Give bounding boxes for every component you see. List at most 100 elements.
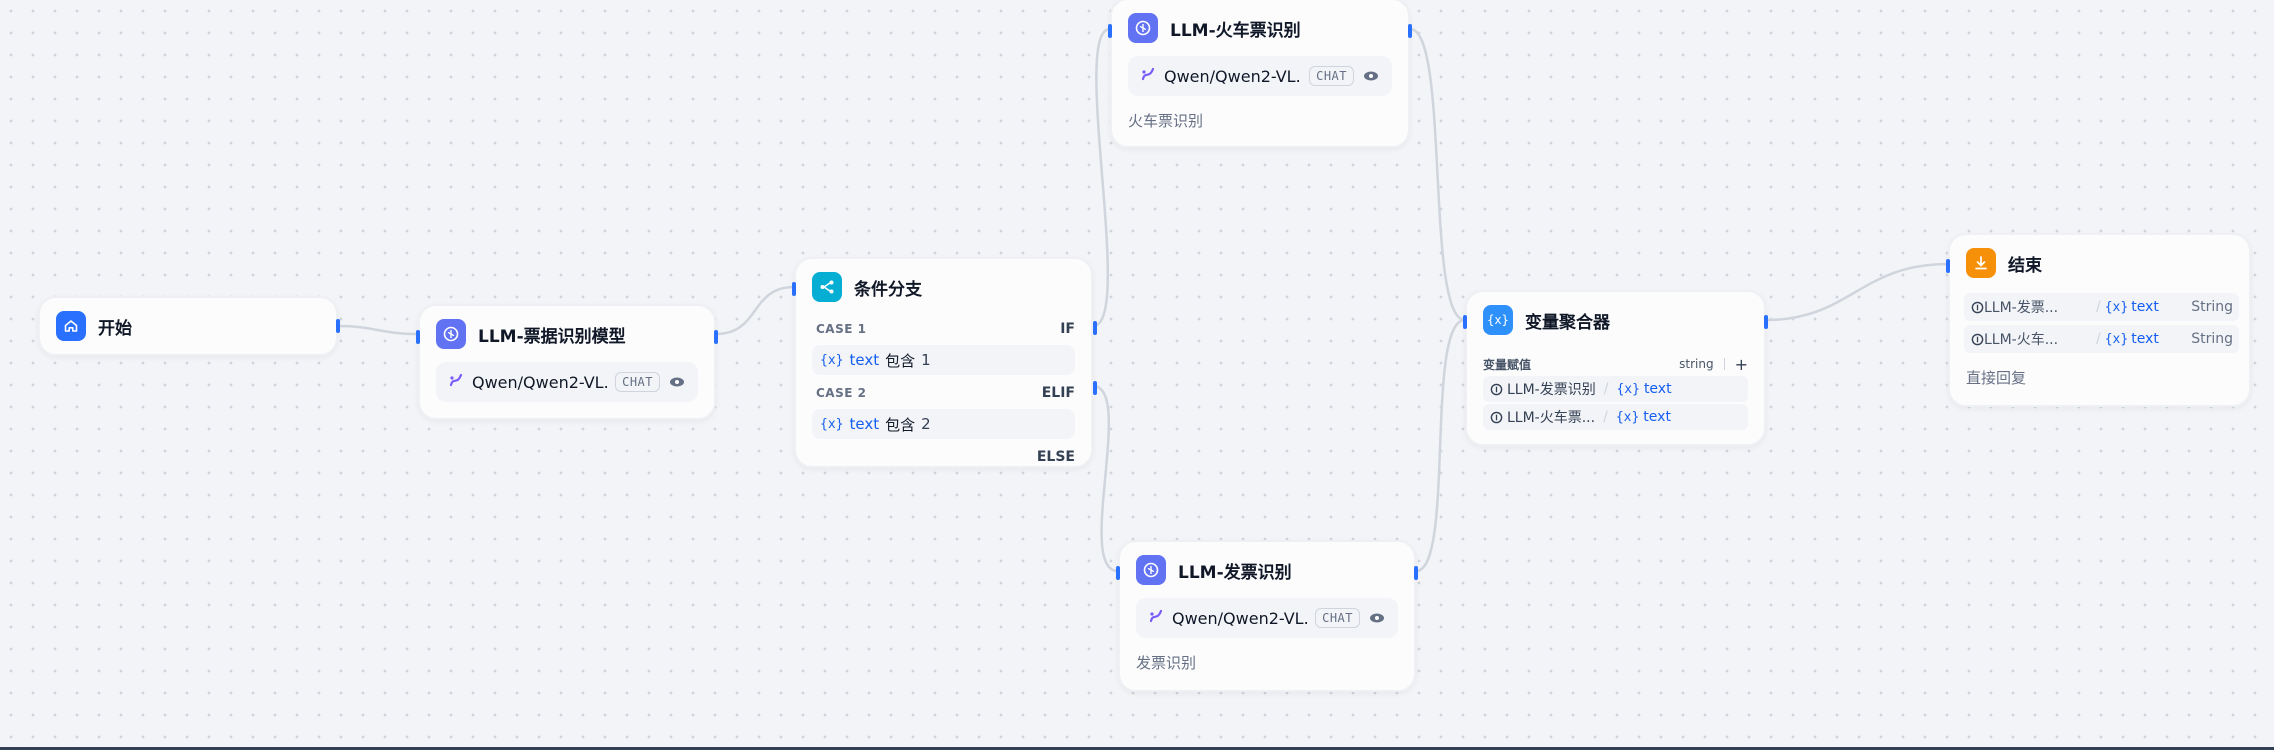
node-if-header: 条件分支	[796, 259, 1091, 315]
node-llm-train-desc: 火车票识别	[1128, 112, 1204, 130]
node-llm-invoice-title: LLM-发票识别	[1178, 562, 1292, 583]
node-llm-invoice-header: LLM-发票识别	[1120, 542, 1414, 598]
model-name: Qwen/Qwen2-VL...	[1172, 608, 1308, 628]
end-output-var: text	[2131, 331, 2159, 347]
node-end-title: 结束	[2008, 255, 2042, 276]
agg-variable-item[interactable]: LLM-发票识别 / {x} text	[1483, 376, 1748, 402]
agg-section-label: 变量赋值	[1483, 357, 1532, 372]
node-start[interactable]: 开始	[38, 296, 340, 356]
end-output-source: LLM-发票...	[1984, 300, 2059, 316]
model-selector[interactable]: Qwen/Qwen2-VL... CHAT	[436, 362, 698, 402]
agg-variable-item[interactable]: LLM-火车票... / {x} text	[1483, 404, 1748, 430]
edge-if-train	[1092, 27, 1111, 328]
llm-bill-source-handle[interactable]	[714, 330, 718, 344]
node-llm-train-title: LLM-火车票识别	[1170, 20, 1301, 41]
end-output-type: String	[2191, 299, 2233, 315]
else-row: ELSE	[796, 443, 1091, 471]
llm-invoice-target-handle[interactable]	[1116, 566, 1120, 580]
if-source-handle[interactable]	[1093, 321, 1097, 335]
llm-train-target-handle[interactable]	[1108, 24, 1112, 38]
node-agg-title: 变量聚合器	[1525, 312, 1610, 333]
node-llm-train-header: LLM-火车票识别	[1112, 0, 1408, 56]
model-selector[interactable]: Qwen/Qwen2-VL... CHAT	[1136, 598, 1398, 638]
node-end[interactable]: 结束 LLM-发票... / {x} text String LLM-火车...…	[1946, 233, 2251, 407]
condition-value: 1	[921, 351, 931, 369]
llm-brain-icon	[436, 319, 466, 349]
condition-operator: 包含	[885, 351, 916, 370]
path-separator: /	[1603, 381, 1609, 397]
chat-mode-badge: CHAT	[1309, 66, 1354, 86]
edge-elif-invoice	[1092, 384, 1119, 573]
variable-icon: {x}	[1615, 409, 1640, 425]
if-target-handle[interactable]	[792, 282, 796, 296]
condition-operator: 包含	[885, 415, 916, 434]
llm-small-icon	[1489, 382, 1503, 396]
end-output-item[interactable]: LLM-发票... / {x} text String	[1964, 293, 2239, 321]
end-output-item[interactable]: LLM-火车... / {x} text String	[1964, 325, 2239, 353]
model-provider-icon	[448, 372, 464, 392]
node-llm-bill[interactable]: LLM-票据识别模型 Qwen/Qwen2-VL... CHAT	[416, 304, 718, 420]
llm-small-icon	[1970, 300, 1984, 314]
path-separator: /	[1603, 409, 1608, 425]
node-end-header: 结束	[1950, 235, 2249, 291]
node-start-title: 开始	[98, 318, 132, 339]
node-agg-header: {x} 变量聚合器	[1467, 292, 1764, 348]
variable-icon: {x}	[2104, 299, 2129, 315]
node-llm-invoice[interactable]: LLM-发票识别 Qwen/Qwen2-VL... CHAT 发票识别	[1116, 540, 1418, 692]
node-if-else[interactable]: 条件分支 CASE 1 IF {x} text 包含 1 CASE 2 ELIF…	[792, 257, 1097, 471]
llm-train-source-handle[interactable]	[1408, 24, 1412, 38]
llm-invoice-source-handle[interactable]	[1414, 566, 1418, 580]
variable-icon: {x}	[1616, 381, 1640, 397]
eye-icon[interactable]	[1368, 609, 1386, 627]
model-selector[interactable]: Qwen/Qwen2-VL... CHAT	[1128, 56, 1392, 96]
if-branch-label: IF	[1060, 321, 1075, 337]
case-2-condition[interactable]: {x} text 包含 2	[812, 409, 1075, 439]
variable-icon: {x}	[820, 416, 844, 432]
node-llm-bill-title: LLM-票据识别模型	[478, 326, 626, 347]
llm-small-icon	[1489, 410, 1503, 424]
aggregator-source-handle[interactable]	[1764, 315, 1768, 329]
edge-llm-if	[715, 285, 795, 336]
edge-agg-end	[1765, 262, 1949, 322]
elif-source-handle[interactable]	[1093, 381, 1097, 395]
home-icon	[56, 311, 86, 341]
agg-divider	[1723, 358, 1725, 370]
case-1-label: CASE 1	[816, 322, 867, 336]
start-source-handle[interactable]	[336, 319, 340, 333]
node-start-header: 开始	[40, 298, 336, 354]
end-output-source: LLM-火车...	[1984, 332, 2059, 348]
eye-icon[interactable]	[1362, 67, 1380, 85]
end-target-handle[interactable]	[1946, 259, 1950, 273]
llm-bill-target-handle[interactable]	[416, 330, 420, 344]
chat-mode-badge: CHAT	[615, 372, 660, 392]
end-output-var: text	[2131, 299, 2159, 315]
workflow-canvas[interactable]: 开始 LLM-票据识别模型 Qwen/Qwen2-VL... CHAT 条件分支…	[0, 0, 2274, 750]
agg-item-var: text	[1643, 409, 1671, 425]
eye-icon[interactable]	[668, 373, 686, 391]
agg-section-header: 变量赋值 string +	[1467, 348, 1764, 374]
node-aggregator[interactable]: {x} 变量聚合器 变量赋值 string + LLM-发票识别 / {x} t…	[1463, 290, 1768, 446]
node-llm-invoice-desc: 发票识别	[1136, 654, 1197, 672]
condition-variable: text	[849, 351, 880, 369]
model-provider-icon	[1140, 66, 1156, 86]
model-provider-icon	[1148, 608, 1164, 628]
chat-mode-badge: CHAT	[1315, 608, 1360, 628]
node-llm-train[interactable]: LLM-火车票识别 Qwen/Qwen2-VL... CHAT 火车票识别	[1108, 0, 1412, 148]
agg-item-source: LLM-发票识别	[1507, 382, 1596, 398]
branch-icon	[812, 272, 842, 302]
case-1-condition[interactable]: {x} text 包含 1	[812, 345, 1075, 375]
edge-start-llm	[337, 324, 419, 336]
condition-variable: text	[849, 415, 880, 433]
agg-item-source: LLM-火车票...	[1507, 410, 1596, 426]
aggregator-target-handle[interactable]	[1463, 315, 1467, 329]
node-llm-bill-header: LLM-票据识别模型	[420, 306, 714, 362]
case-1-header: CASE 1 IF	[796, 315, 1091, 343]
variable-icon: {x}	[2104, 331, 2129, 347]
end-output-type: String	[2191, 331, 2233, 347]
path-separator: /	[2096, 331, 2101, 347]
else-branch-label: ELSE	[1036, 449, 1075, 465]
llm-brain-icon	[1128, 13, 1158, 43]
llm-small-icon	[1970, 332, 1984, 346]
add-variable-button[interactable]: +	[1735, 355, 1748, 374]
node-if-title: 条件分支	[854, 279, 922, 300]
